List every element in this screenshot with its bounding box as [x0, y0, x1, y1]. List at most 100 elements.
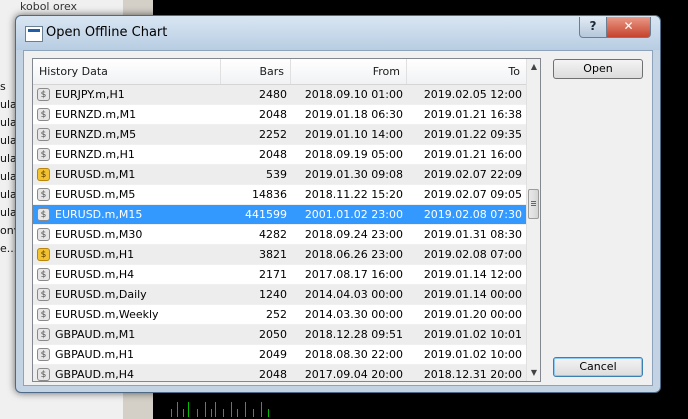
- list-header: History Data Bars From To: [33, 59, 526, 85]
- table-row[interactable]: $ EURUSD.m,M15 441599 2001.01.02 23:00 2019.…: [33, 205, 526, 225]
- bars-cell: 2048: [259, 108, 287, 121]
- navigator-title: kobol orex: [20, 0, 78, 13]
- bars-cell: 2048: [259, 148, 287, 161]
- table-row[interactable]: $ EURNZD.m,M1 2048 2019.01.18 06:30 2019.01.…: [33, 105, 526, 125]
- from-cell: 2018.09.24 23:00: [304, 228, 403, 241]
- help-button[interactable]: ?: [579, 17, 607, 38]
- column-header-history-data[interactable]: History Data: [33, 59, 221, 84]
- from-cell: 2018.09.19 05:00: [304, 148, 403, 161]
- chart-bar-tick: [223, 409, 224, 417]
- from-cell: 2019.01.18 06:30: [304, 108, 403, 121]
- chart-bar-tick: [188, 402, 189, 417]
- symbol-name-cell: EURUSD.m,H4: [55, 268, 135, 281]
- from-cell: 2018.11.22 15:20: [304, 188, 403, 201]
- bars-cell: 3821: [259, 248, 287, 261]
- column-header-from[interactable]: From: [291, 59, 407, 84]
- table-row[interactable]: $ EURUSD.m,Weekly 252 2014.03.30 00:00 2019.…: [33, 305, 526, 325]
- bars-cell: 2480: [259, 88, 287, 101]
- table-row[interactable]: $ GBPAUD.m,H1 2049 2018.08.30 22:00 2019.01.…: [33, 345, 526, 365]
- chart-bar-tick: [231, 402, 232, 417]
- bars-cell: 4282: [259, 228, 287, 241]
- table-row[interactable]: $ GBPAUD.m,M1 2050 2018.12.28 09:51 2019.01.…: [33, 325, 526, 345]
- chart-bar-tick: [245, 402, 246, 417]
- table-row[interactable]: $ EURUSD.m,M30 4282 2018.09.24 23:00 2019.01…: [33, 225, 526, 245]
- from-cell: 2019.01.10 14:00: [304, 128, 403, 141]
- from-cell: 2014.04.03 00:00: [304, 288, 403, 301]
- to-cell: 2019.02.07 09:05: [423, 188, 522, 201]
- chart-bar-tick: [183, 409, 184, 417]
- bars-cell: 2171: [259, 268, 287, 281]
- to-cell: 2019.01.02 10:00: [423, 348, 522, 361]
- bars-cell: 2049: [259, 348, 287, 361]
- symbol-name-cell: EURNZD.m,M1: [55, 108, 137, 121]
- scroll-up-arrow-icon[interactable]: ▲: [527, 59, 540, 75]
- symbol-name-cell: GBPAUD.m,M1: [55, 328, 136, 341]
- chart-bar-tick: [268, 409, 269, 417]
- symbol-name-cell: EURUSD.m,M1: [55, 168, 136, 181]
- scroll-down-arrow-icon[interactable]: ▼: [527, 365, 540, 381]
- from-cell: 2019.01.30 09:08: [304, 168, 403, 181]
- chart-bar-tick: [237, 409, 238, 417]
- table-row[interactable]: $ EURNZD.m,M5 2252 2019.01.10 14:00 2019.01.…: [33, 125, 526, 145]
- symbol-name-cell: EURUSD.m,Daily: [55, 288, 147, 301]
- to-cell: 2019.02.08 07:30: [423, 208, 522, 221]
- window-icon: [25, 26, 43, 42]
- symbol-name-cell: EURNZD.m,M5: [55, 128, 137, 141]
- to-cell: 2019.01.14 12:00: [423, 268, 522, 281]
- vertical-scrollbar[interactable]: ▲ ▼: [526, 59, 540, 381]
- symbol-name-cell: GBPAUD.m,H4: [55, 368, 135, 381]
- column-header-bars[interactable]: Bars: [221, 59, 291, 84]
- table-row[interactable]: $ EURJPY.m,H1 2480 2018.09.10 01:00 2019.02.…: [33, 85, 526, 105]
- to-cell: 2019.02.05 12:00: [423, 88, 522, 101]
- symbol-name-cell: EURUSD.m,Weekly: [55, 308, 159, 321]
- to-cell: 2019.01.02 10:01: [423, 328, 522, 341]
- table-row[interactable]: $ EURNZD.m,H1 2048 2018.09.19 05:00 2019.01.…: [33, 145, 526, 165]
- chart-bar-tick: [205, 402, 206, 417]
- table-row[interactable]: $ EURUSD.m,M1 539 2019.01.30 09:08 2019.02.0…: [33, 165, 526, 185]
- from-cell: 2018.12.28 09:51: [304, 328, 403, 341]
- to-cell: 2019.02.07 22:09: [423, 168, 522, 181]
- bars-cell: 539: [266, 168, 287, 181]
- dialog-title: Open Offline Chart: [46, 25, 168, 40]
- bars-cell: 1240: [259, 288, 287, 301]
- table-row[interactable]: $ EURUSD.m,Daily 1240 2014.04.03 00:00 2019.…: [33, 285, 526, 305]
- from-cell: 2018.08.30 22:00: [304, 348, 403, 361]
- bars-cell: 14836: [252, 188, 287, 201]
- from-cell: 2017.09.04 20:00: [304, 368, 403, 381]
- dialog-body: History Data Bars From To $ EURJPY.m,H1 24…: [23, 50, 653, 386]
- bars-cell: 252: [266, 308, 287, 321]
- chart-bar-tick: [261, 402, 262, 417]
- bars-cell: 2048: [259, 368, 287, 381]
- table-row[interactable]: $ EURUSD.m,H1 3821 2018.06.26 23:00 2019.02.…: [33, 245, 526, 265]
- scroll-thumb[interactable]: [528, 189, 539, 219]
- table-row[interactable]: $ GBPAUD.m,H4 2048 2017.09.04 20:00 2018.12.…: [33, 365, 526, 381]
- close-button[interactable]: ✕: [606, 17, 651, 38]
- open-button[interactable]: Open: [553, 59, 643, 79]
- table-row[interactable]: $ EURUSD.m,H4 2171 2017.08.17 16:00 2019.01.…: [33, 265, 526, 285]
- from-cell: 2001.01.02 23:00: [304, 208, 403, 221]
- dialog-titlebar[interactable]: Open Offline Chart ? ✕: [16, 16, 660, 50]
- from-cell: 2014.03.30 00:00: [304, 308, 403, 321]
- from-cell: 2018.06.26 23:00: [304, 248, 403, 261]
- symbol-name-cell: EURUSD.m,M30: [55, 228, 143, 241]
- to-cell: 2019.01.22 09:35: [423, 128, 522, 141]
- symbol-name-cell: EURJPY.m,H1: [55, 88, 125, 101]
- column-header-to[interactable]: To: [407, 59, 526, 84]
- table-row[interactable]: $ EURUSD.m,M5 14836 2018.11.22 15:20 2019.02…: [33, 185, 526, 205]
- open-offline-chart-dialog: Open Offline Chart ? ✕ History Data Bars…: [15, 15, 661, 393]
- to-cell: 2018.12.31 20:00: [423, 368, 522, 381]
- to-cell: 2019.01.14 00:00: [423, 288, 522, 301]
- symbol-name-cell: GBPAUD.m,H1: [55, 348, 135, 361]
- chart-bar-tick: [253, 409, 254, 417]
- bars-cell: 2050: [259, 328, 287, 341]
- to-cell: 2019.02.08 07:00: [423, 248, 522, 261]
- history-data-list[interactable]: History Data Bars From To $ EURJPY.m,H1 24…: [32, 58, 541, 382]
- bars-cell: 2252: [259, 128, 287, 141]
- list-rows: $ EURJPY.m,H1 2480 2018.09.10 01:00 2019.02.…: [33, 85, 526, 381]
- chart-bar-tick: [211, 409, 212, 417]
- to-cell: 2019.01.20 00:00: [423, 308, 522, 321]
- from-cell: 2018.09.10 01:00: [304, 88, 403, 101]
- bars-cell: 441599: [245, 208, 287, 221]
- symbol-name-cell: EURUSD.m,M5: [55, 188, 136, 201]
- cancel-button[interactable]: Cancel: [553, 357, 643, 377]
